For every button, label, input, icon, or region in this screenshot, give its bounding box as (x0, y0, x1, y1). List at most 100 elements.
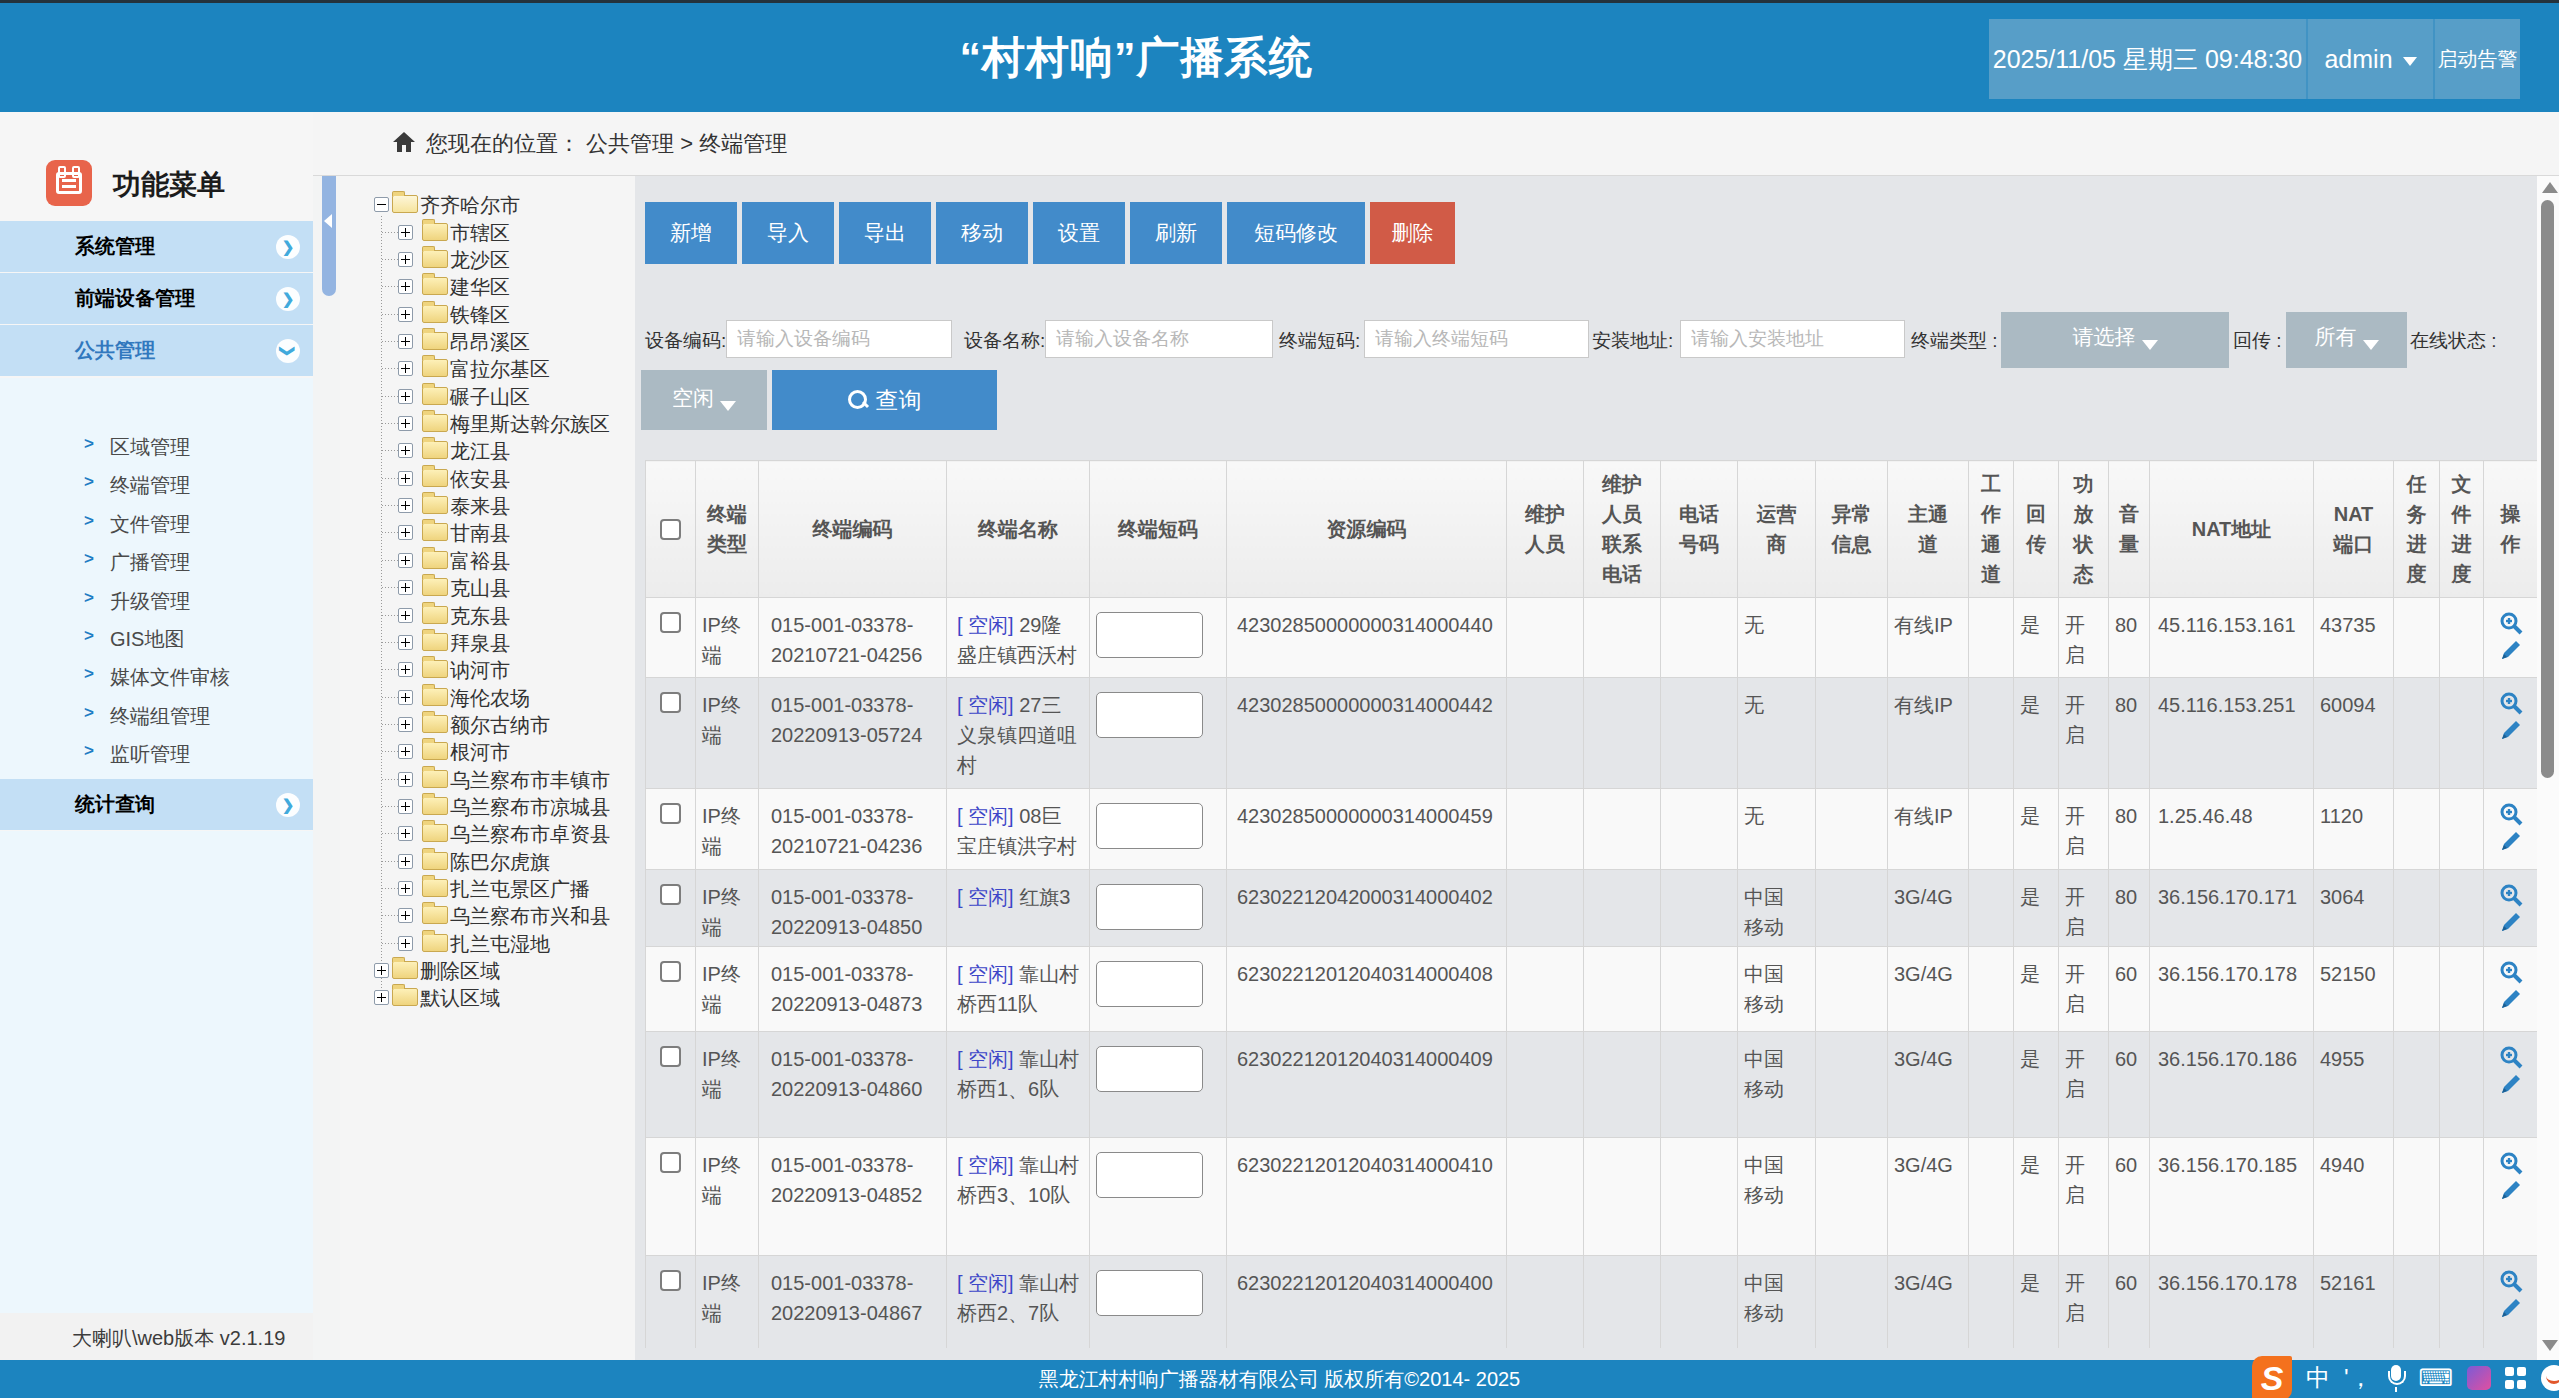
tree-node[interactable]: 乌兰察布市凉城县 (340, 793, 635, 819)
short-code-cell-input[interactable] (1096, 692, 1203, 738)
tree-node[interactable]: 依安县 (340, 465, 635, 491)
toolbar-button[interactable]: 删除 (1370, 202, 1455, 264)
tree-node[interactable]: 扎兰屯景区广播 (340, 875, 635, 901)
expand-icon[interactable] (374, 990, 389, 1005)
expand-icon[interactable] (398, 635, 413, 650)
tree-node[interactable]: 拜泉县 (340, 629, 635, 655)
sogou-logo-icon[interactable]: S (2252, 1356, 2292, 1398)
expand-icon[interactable] (398, 662, 413, 677)
tree-node[interactable]: 乌兰察布市丰镇市 (340, 766, 635, 792)
expand-icon[interactable] (398, 416, 413, 431)
sidebar-submenu-item[interactable]: > 媒体文件审核 (0, 658, 313, 696)
sidebar-menu-item[interactable]: 公共管理 ❯ (0, 325, 313, 376)
tree-node[interactable]: 市辖区 (340, 219, 635, 245)
expand-icon[interactable] (398, 690, 413, 705)
tree-node[interactable]: 碾子山区 (340, 383, 635, 409)
select-all-checkbox[interactable] (660, 519, 681, 540)
grid-icon[interactable] (2505, 1367, 2527, 1389)
skin-icon[interactable] (2467, 1366, 2491, 1390)
expand-icon[interactable] (398, 334, 413, 349)
backhaul-dropdown[interactable]: 所有 (2286, 312, 2407, 368)
sidebar-submenu-item[interactable]: > 终端组管理 (0, 697, 313, 735)
device-code-input[interactable] (726, 320, 952, 358)
row-checkbox[interactable] (660, 1152, 681, 1173)
tree-node[interactable]: 乌兰察布市兴和县 (340, 902, 635, 928)
toolbar-button[interactable]: 导入 (742, 202, 834, 264)
tree-node[interactable]: 泰来县 (340, 492, 635, 518)
expand-icon[interactable] (398, 717, 413, 732)
sidebar-submenu-item[interactable]: > 终端管理 (0, 466, 313, 504)
toolbar-button[interactable]: 移动 (936, 202, 1028, 264)
sogou-input-bar[interactable]: S 中 '， ⌨ (2252, 1354, 2559, 1398)
toolbar-button[interactable]: 新增 (645, 202, 737, 264)
scroll-up-arrow[interactable] (2542, 182, 2558, 193)
view-icon[interactable] (2498, 1268, 2524, 1294)
tree-node[interactable]: 克山县 (340, 574, 635, 600)
start-alarm-button[interactable]: 启动告警 (2433, 19, 2520, 99)
view-icon[interactable] (2498, 882, 2524, 908)
row-checkbox[interactable] (660, 612, 681, 633)
expand-icon[interactable] (398, 772, 413, 787)
tree-node[interactable]: 乌兰察布市卓资县 (340, 820, 635, 846)
tree-node[interactable]: 陈巴尔虎旗 (340, 848, 635, 874)
expand-icon[interactable] (398, 525, 413, 540)
sidebar-menu-item-stats[interactable]: 统计查询 ❯ (0, 779, 313, 830)
edit-icon[interactable] (2499, 910, 2523, 934)
edit-icon[interactable] (2499, 1072, 2523, 1096)
tree-node[interactable]: 富拉尔基区 (340, 355, 635, 381)
tree-node[interactable]: 铁锋区 (340, 301, 635, 327)
terminal-type-dropdown[interactable]: 请选择 (2001, 312, 2229, 368)
tree-node[interactable]: 克东县 (340, 602, 635, 628)
expand-icon[interactable] (398, 799, 413, 814)
toolbar-button[interactable]: 短码修改 (1227, 202, 1365, 264)
short-code-cell-input[interactable] (1096, 803, 1203, 849)
expand-icon[interactable] (398, 936, 413, 951)
query-button[interactable]: 查询 (772, 370, 997, 430)
tree-node[interactable]: 讷河市 (340, 656, 635, 682)
toolbar-button[interactable]: 刷新 (1130, 202, 1222, 264)
scroll-down-arrow[interactable] (2542, 1340, 2558, 1351)
row-checkbox[interactable] (660, 961, 681, 982)
tree-node[interactable]: 建华区 (340, 273, 635, 299)
short-code-input[interactable] (1364, 320, 1589, 358)
tree-node[interactable]: 龙沙区 (340, 246, 635, 272)
keyboard-icon[interactable]: ⌨ (2419, 1364, 2454, 1392)
expand-icon[interactable] (398, 854, 413, 869)
online-status-dropdown[interactable]: 空闲 (641, 370, 767, 430)
expand-icon[interactable] (398, 553, 413, 568)
expand-icon[interactable] (398, 881, 413, 896)
device-name-input[interactable] (1045, 320, 1273, 358)
lang-icon[interactable]: 中 (2306, 1362, 2330, 1394)
sidebar-submenu-item[interactable]: > 监听管理 (0, 735, 313, 773)
sidebar-submenu-item[interactable]: > 区域管理 (0, 428, 313, 466)
expand-icon[interactable] (398, 389, 413, 404)
short-code-cell-input[interactable] (1096, 1152, 1203, 1198)
tree-node[interactable]: 昂昂溪区 (340, 328, 635, 354)
short-code-cell-input[interactable] (1096, 1270, 1203, 1316)
tree-node[interactable]: 根河市 (340, 738, 635, 764)
tree-node[interactable]: 甘南县 (340, 519, 635, 545)
mic-icon[interactable] (2387, 1365, 2405, 1391)
tree-node[interactable]: 龙江县 (340, 437, 635, 463)
view-icon[interactable] (2498, 1044, 2524, 1070)
expand-icon[interactable] (398, 580, 413, 595)
expand-icon[interactable] (398, 826, 413, 841)
tree-node[interactable]: 额尔古纳市 (340, 711, 635, 737)
tree-node[interactable]: 扎兰屯湿地 (340, 930, 635, 956)
view-icon[interactable] (2498, 801, 2524, 827)
view-icon[interactable] (2498, 610, 2524, 636)
view-icon[interactable] (2498, 959, 2524, 985)
expand-icon[interactable] (398, 225, 413, 240)
expand-icon[interactable] (374, 963, 389, 978)
collapse-icon[interactable] (374, 197, 389, 212)
short-code-cell-input[interactable] (1096, 1046, 1203, 1092)
expand-icon[interactable] (398, 279, 413, 294)
tree-node[interactable]: 默认区域 (340, 984, 635, 1010)
sidebar-menu-item[interactable]: 前端设备管理 ❯ (0, 273, 313, 324)
sidebar-submenu-item[interactable]: > 文件管理 (0, 505, 313, 543)
sidebar-menu-item[interactable]: 系统管理 ❯ (0, 221, 313, 272)
expand-icon[interactable] (398, 443, 413, 458)
edit-icon[interactable] (2499, 829, 2523, 853)
row-checkbox[interactable] (660, 803, 681, 824)
tree-node[interactable]: 富裕县 (340, 547, 635, 573)
